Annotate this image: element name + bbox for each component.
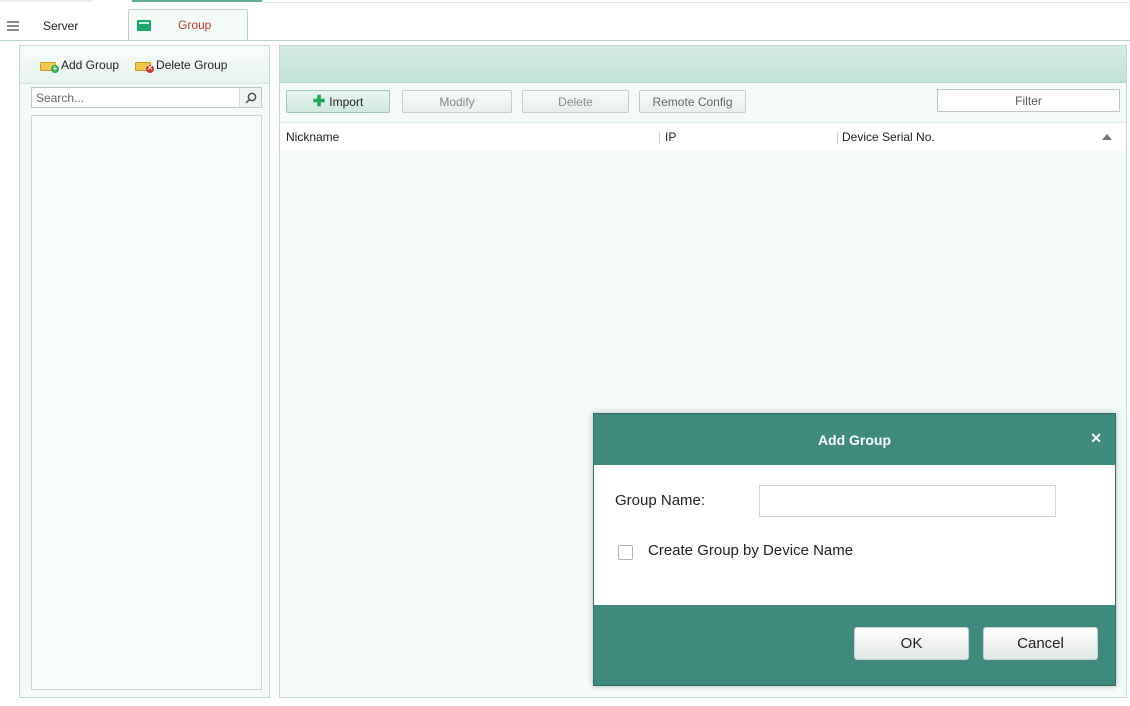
- delete-group-label: Delete Group: [156, 57, 228, 72]
- modify-button[interactable]: Modify: [402, 90, 512, 113]
- column-divider[interactable]: [659, 132, 660, 144]
- filter-field: [937, 89, 1120, 112]
- delete-folder-icon: ✕: [135, 59, 155, 73]
- group-sidebar: + Add Group ✕ Delete Group: [19, 45, 270, 698]
- add-group-label: Add Group: [61, 57, 120, 72]
- plus-icon: ✚: [312, 92, 326, 110]
- tab-bar: Server Group: [0, 4, 1130, 41]
- create-by-device-label[interactable]: Create Group by Device Name: [648, 542, 853, 559]
- search-icon: [245, 92, 256, 103]
- remote-config-button[interactable]: Remote Config: [639, 90, 746, 113]
- tab-server[interactable]: Server: [0, 10, 128, 41]
- search-input[interactable]: [32, 88, 236, 107]
- ok-button[interactable]: OK: [854, 627, 969, 660]
- device-panel-header: [280, 46, 1126, 83]
- tab-group-label: Group: [178, 18, 212, 32]
- search-button[interactable]: [239, 88, 261, 107]
- import-button[interactable]: ✚ Import: [286, 90, 390, 113]
- group-toolbar: + Add Group ✕ Delete Group: [20, 46, 269, 84]
- column-nickname[interactable]: Nickname: [286, 123, 339, 151]
- dialog-title: Add Group: [817, 431, 892, 448]
- import-label: Import: [329, 94, 364, 109]
- filter-input[interactable]: [938, 90, 1119, 111]
- close-icon[interactable]: ✕: [1090, 431, 1102, 445]
- add-folder-icon: +: [40, 59, 59, 73]
- tab-server-label: Server: [43, 18, 79, 33]
- group-folder-icon: [137, 19, 151, 31]
- add-group-dialog: Add Group ✕ Group Name: Create Group by …: [593, 413, 1116, 686]
- device-table-header: Nickname IP Device Serial No.: [280, 122, 1126, 150]
- dialog-body: Group Name: Create Group by Device Name: [594, 465, 1115, 605]
- group-name-input[interactable]: [759, 485, 1056, 517]
- group-tree[interactable]: [31, 115, 262, 690]
- delete-group-button[interactable]: ✕ Delete Group: [135, 57, 228, 73]
- column-device-serial[interactable]: Device Serial No.: [842, 123, 935, 151]
- server-list-icon: [7, 20, 19, 31]
- add-group-button[interactable]: + Add Group: [40, 57, 120, 73]
- column-ip[interactable]: IP: [665, 123, 676, 151]
- create-by-device-checkbox[interactable]: [618, 545, 633, 560]
- sort-ascending-icon[interactable]: [1102, 134, 1112, 140]
- group-name-label: Group Name:: [615, 492, 706, 509]
- device-toolbar: ✚ Import Modify Delete Remote Config: [286, 90, 746, 113]
- group-search: [31, 87, 262, 108]
- delete-button[interactable]: Delete: [522, 90, 629, 113]
- tab-group[interactable]: Group: [128, 9, 248, 41]
- column-divider[interactable]: [837, 132, 838, 144]
- cancel-button[interactable]: Cancel: [983, 627, 1098, 660]
- dialog-title-bar: Add Group ✕: [594, 414, 1115, 465]
- dialog-footer: OK Cancel: [594, 605, 1115, 685]
